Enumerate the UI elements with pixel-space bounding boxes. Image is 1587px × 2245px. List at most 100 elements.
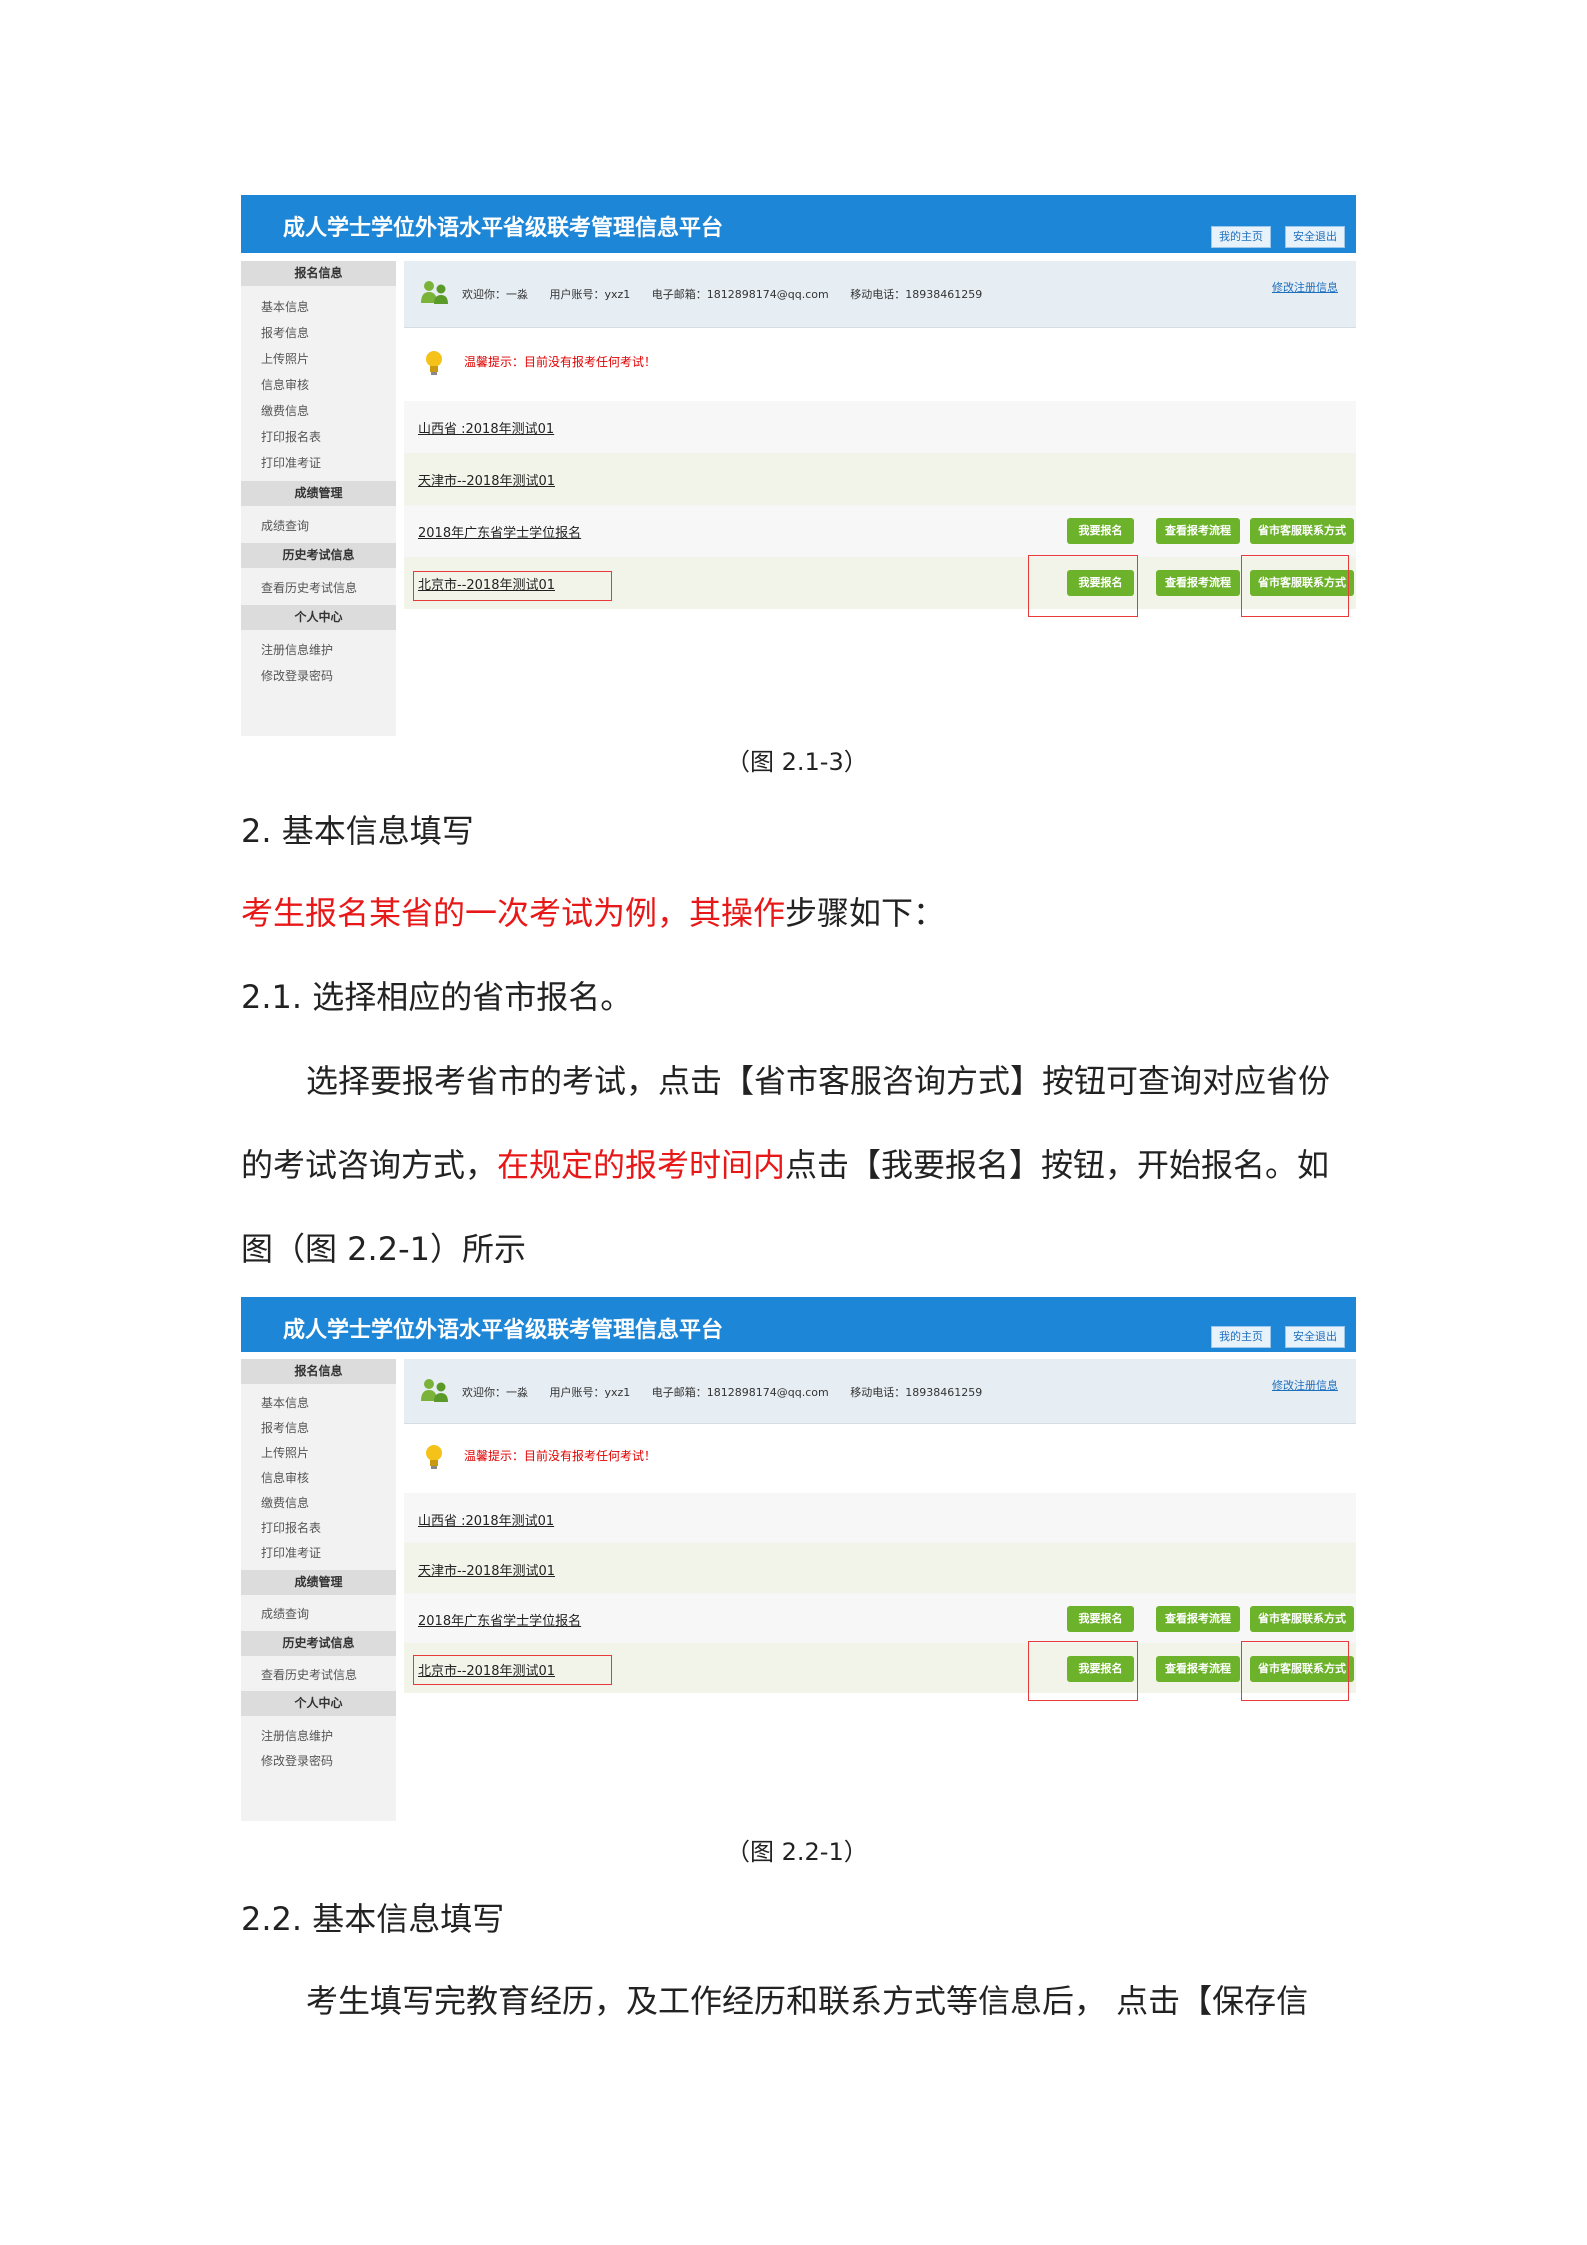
view-process-button[interactable]: 查看报考流程	[1156, 518, 1240, 544]
exam-name[interactable]: 2018年广东省学士学位报名	[418, 1610, 581, 1629]
highlight-box	[413, 1655, 612, 1685]
sidebar-item-change-password[interactable]: 修改登录密码	[261, 667, 333, 684]
users-icon	[421, 1379, 448, 1402]
app-header: 成人学士学位外语水平省级联考管理信息平台 我的主页 安全退出	[241, 1297, 1356, 1352]
paragraph-red-text: 在规定的报考时间内	[497, 1146, 786, 1184]
sidebar-item-upload-photo[interactable]: 上传照片	[261, 350, 309, 367]
sidebar-item-payment[interactable]: 缴费信息	[261, 1494, 309, 1511]
intro-text: 步骤如下：	[785, 894, 946, 932]
exam-row: 2018年广东省学士学位报名 我要报名 查看报考流程 省市客服联系方式	[404, 1593, 1356, 1643]
exam-name[interactable]: 2018年广东省学士学位报名	[418, 522, 581, 541]
sidebar-item-edit-registration[interactable]: 注册信息维护	[261, 1727, 333, 1744]
sidebar-item-review[interactable]: 信息审核	[261, 376, 309, 393]
sidebar: 报名信息 基本信息 报考信息 上传照片 信息审核 缴费信息 打印报名表 打印准考…	[241, 261, 396, 736]
paragraph-line: 选择要报考省市的考试，点击【省市客服咨询方式】按钮可查询对应省份	[306, 1062, 1331, 1100]
sidebar-section-scores: 成绩管理	[241, 481, 396, 506]
tip-text: 温馨提示：目前没有报考任何考试！	[464, 1449, 657, 1463]
logout-button[interactable]: 安全退出	[1285, 226, 1345, 248]
lightbulb-icon	[426, 1445, 442, 1469]
sidebar-item-print-ticket[interactable]: 打印准考证	[261, 1544, 321, 1561]
view-process-button[interactable]: 查看报考流程	[1156, 1656, 1240, 1682]
sidebar-section-personal: 个人中心	[241, 1691, 396, 1716]
view-process-button[interactable]: 查看报考流程	[1156, 570, 1240, 596]
sidebar-section-personal: 个人中心	[241, 605, 396, 630]
exam-name[interactable]: 天津市--2018年测试01	[418, 1560, 555, 1579]
home-button[interactable]: 我的主页	[1211, 226, 1271, 248]
user-info: 欢迎你：一淼 用户账号：yxz1 电子邮箱：1812898174@qq.com …	[462, 1384, 1000, 1400]
sidebar-item-review[interactable]: 信息审核	[261, 1469, 309, 1486]
sidebar-section-scores: 成绩管理	[241, 1570, 396, 1595]
sidebar-item-upload-photo[interactable]: 上传照片	[261, 1444, 309, 1461]
sidebar-item-print-form[interactable]: 打印报名表	[261, 428, 321, 445]
exam-row: 山西省 :2018年测试01	[404, 401, 1356, 453]
app-header: 成人学士学位外语水平省级联考管理信息平台 我的主页 安全退出	[241, 195, 1356, 253]
sidebar-item-exam-info[interactable]: 报考信息	[261, 1419, 309, 1436]
section-heading: 2. 基本信息填写	[241, 812, 474, 850]
user-info-bar: 欢迎你：一淼 用户账号：yxz1 电子邮箱：1812898174@qq.com …	[404, 261, 1356, 328]
sidebar-section-signup: 报名信息	[241, 1359, 396, 1384]
subsection-heading: 2.1. 选择相应的省市报名。	[241, 978, 633, 1016]
sidebar-item-score-query[interactable]: 成绩查询	[261, 517, 309, 534]
paragraph-line: 图（图 2.2-1）所示	[241, 1230, 526, 1268]
account-text: 用户账号：yxz1	[549, 1386, 631, 1399]
users-icon	[421, 281, 448, 304]
exam-row: 山西省 :2018年测试01	[404, 1493, 1356, 1543]
sidebar-item-history[interactable]: 查看历史考试信息	[261, 1666, 357, 1683]
sidebar: 报名信息 基本信息 报考信息 上传照片 信息审核 缴费信息 打印报名表 打印准考…	[241, 1359, 396, 1821]
app-title: 成人学士学位外语水平省级联考管理信息平台	[283, 216, 724, 241]
paragraph-line: 考生填写完教育经历，及工作经历和联系方式等信息后， 点击【保存信	[306, 1982, 1309, 2020]
contact-button[interactable]: 省市客服联系方式	[1250, 518, 1354, 544]
subsection-heading: 2.2. 基本信息填写	[241, 1900, 505, 1938]
user-info: 欢迎你：一淼 用户账号：yxz1 电子邮箱：1812898174@qq.com …	[462, 286, 1000, 302]
contact-button[interactable]: 省市客服联系方式	[1250, 1606, 1354, 1632]
exam-name[interactable]: 山西省 :2018年测试01	[418, 418, 554, 437]
sidebar-item-payment[interactable]: 缴费信息	[261, 402, 309, 419]
logout-button[interactable]: 安全退出	[1285, 1326, 1345, 1348]
tip-row: 温馨提示：目前没有报考任何考试！	[404, 337, 1356, 397]
edit-registration-link[interactable]: 修改注册信息	[1272, 1377, 1338, 1393]
sidebar-item-basic-info[interactable]: 基本信息	[261, 298, 309, 315]
sidebar-item-basic-info[interactable]: 基本信息	[261, 1394, 309, 1411]
exam-row: 天津市--2018年测试01	[404, 453, 1356, 505]
figure-caption: （图 2.1-3）	[726, 748, 868, 776]
tip-text: 温馨提示：目前没有报考任何考试！	[464, 355, 657, 369]
exam-name[interactable]: 天津市--2018年测试01	[418, 470, 555, 489]
exam-row: 天津市--2018年测试01	[404, 1543, 1356, 1593]
apply-button[interactable]: 我要报名	[1067, 518, 1134, 544]
phone-text: 移动电话：18938461259	[850, 288, 983, 301]
phone-text: 移动电话：18938461259	[850, 1386, 983, 1399]
apply-button[interactable]: 我要报名	[1067, 1606, 1134, 1632]
intro-paragraph: 考生报名某省的一次考试为例，其操作步骤如下：	[241, 888, 945, 934]
paragraph-text: 的考试咨询方式，	[241, 1146, 498, 1184]
lightbulb-icon	[426, 351, 442, 375]
app-title: 成人学士学位外语水平省级联考管理信息平台	[283, 1318, 724, 1343]
edit-registration-link[interactable]: 修改注册信息	[1272, 279, 1338, 295]
sidebar-item-history[interactable]: 查看历史考试信息	[261, 579, 357, 596]
sidebar-item-print-form[interactable]: 打印报名表	[261, 1519, 321, 1536]
screenshot-figure-2-1-3: 成人学士学位外语水平省级联考管理信息平台 我的主页 安全退出 报名信息 基本信息…	[241, 195, 1356, 736]
paragraph-text: 点击【我要报名】按钮，开始报名。如	[785, 1146, 1330, 1184]
sidebar-item-change-password[interactable]: 修改登录密码	[261, 1752, 333, 1769]
highlight-box	[413, 571, 612, 601]
paragraph-line: 的考试咨询方式，在规定的报考时间内点击【我要报名】按钮，开始报名。如	[241, 1140, 1329, 1186]
highlight-box	[1241, 555, 1349, 617]
welcome-text: 欢迎你：一淼	[462, 1386, 528, 1399]
sidebar-item-score-query[interactable]: 成绩查询	[261, 1605, 309, 1622]
sidebar-section-history: 历史考试信息	[241, 543, 396, 568]
account-text: 用户账号：yxz1	[549, 288, 631, 301]
user-info-bar: 欢迎你：一淼 用户账号：yxz1 电子邮箱：1812898174@qq.com …	[404, 1359, 1356, 1424]
intro-red-text: 考生报名某省的一次考试为例，其操作	[241, 894, 786, 932]
exam-name[interactable]: 山西省 :2018年测试01	[418, 1510, 554, 1529]
view-process-button[interactable]: 查看报考流程	[1156, 1606, 1240, 1632]
sidebar-item-print-ticket[interactable]: 打印准考证	[261, 454, 321, 471]
tip-row: 温馨提示：目前没有报考任何考试！	[404, 1431, 1356, 1489]
welcome-text: 欢迎你：一淼	[462, 288, 528, 301]
highlight-box	[1028, 555, 1138, 617]
email-text: 电子邮箱：1812898174@qq.com	[651, 288, 829, 301]
highlight-box	[1241, 1641, 1349, 1701]
screenshot-figure-2-2-1: 成人学士学位外语水平省级联考管理信息平台 我的主页 安全退出 报名信息 基本信息…	[241, 1297, 1356, 1821]
sidebar-item-exam-info[interactable]: 报考信息	[261, 324, 309, 341]
email-text: 电子邮箱：1812898174@qq.com	[651, 1386, 829, 1399]
sidebar-item-edit-registration[interactable]: 注册信息维护	[261, 641, 333, 658]
home-button[interactable]: 我的主页	[1211, 1326, 1271, 1348]
